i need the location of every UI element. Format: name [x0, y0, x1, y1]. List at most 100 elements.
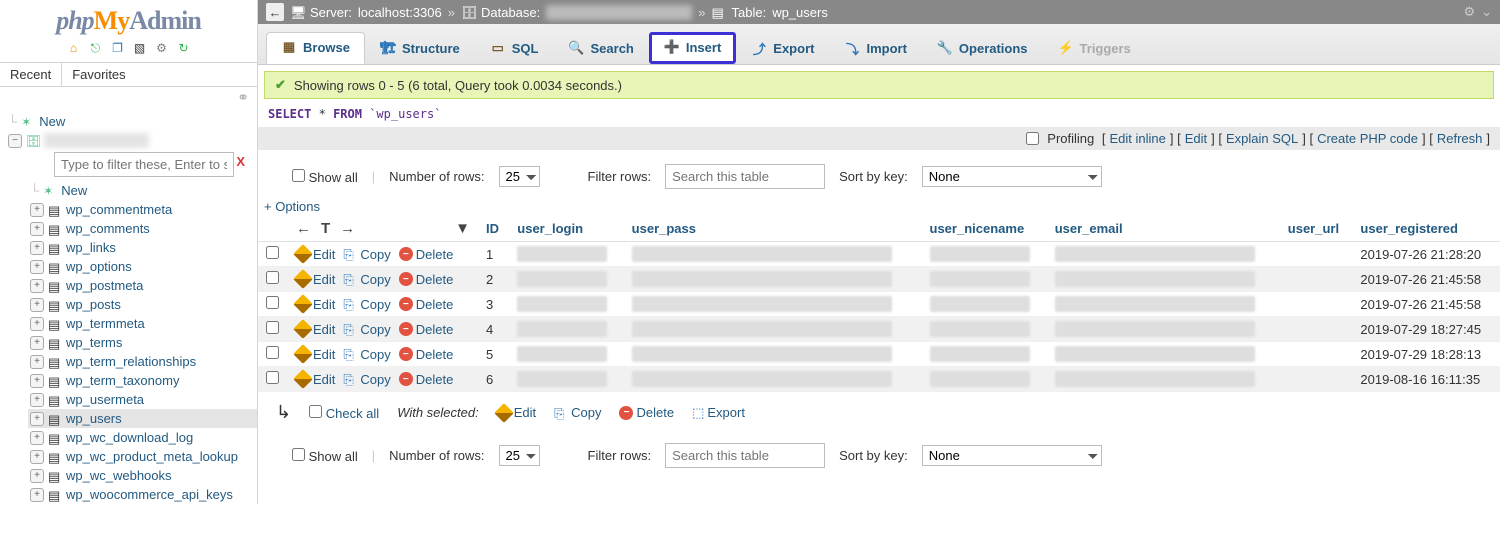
row-checkbox[interactable]: [266, 321, 279, 334]
tree-filter-clear-icon[interactable]: X: [236, 154, 245, 169]
show-all-checkbox[interactable]: [292, 169, 305, 182]
tab-operations[interactable]: 🔧Operations: [922, 33, 1043, 64]
row-copy[interactable]: ⎘Copy: [343, 297, 390, 312]
tree-table-label[interactable]: wp_term_relationships: [66, 354, 196, 369]
row-delete[interactable]: −Delete: [399, 247, 454, 262]
row-edit[interactable]: Edit: [296, 272, 335, 287]
tree-table-label[interactable]: wp_term_taxonomy: [66, 373, 179, 388]
tree-new-root-label[interactable]: New: [39, 114, 65, 129]
row-delete[interactable]: −Delete: [399, 372, 454, 387]
tree-table-label[interactable]: wp_posts: [66, 297, 121, 312]
row-copy[interactable]: ⎘Copy: [343, 322, 390, 337]
show-all-checkbox-bottom[interactable]: [292, 448, 305, 461]
tab-search[interactable]: 🔍Search: [554, 33, 649, 64]
tree-new-table[interactable]: └✶New: [28, 181, 257, 200]
row-delete[interactable]: −Delete: [399, 272, 454, 287]
docs-icon[interactable]: ❐: [110, 40, 126, 56]
filter-rows-input-bottom[interactable]: [665, 443, 825, 468]
expand-icon[interactable]: [30, 393, 44, 407]
check-all[interactable]: Check all: [309, 405, 379, 421]
expand-icon[interactable]: [30, 450, 44, 464]
create-php-link[interactable]: Create PHP code: [1317, 131, 1418, 146]
tree-table-label[interactable]: wp_commentmeta: [66, 202, 172, 217]
home-icon[interactable]: ⌂: [66, 40, 82, 56]
tree-table-wp-usermeta[interactable]: ▤wp_usermeta: [28, 390, 257, 409]
tree-table-wp-commentmeta[interactable]: ▤wp_commentmeta: [28, 200, 257, 219]
num-rows-select-bottom[interactable]: 25: [499, 445, 540, 466]
tree-table-wp-posts[interactable]: ▤wp_posts: [28, 295, 257, 314]
row-delete[interactable]: −Delete: [399, 347, 454, 362]
check-all-checkbox[interactable]: [309, 405, 322, 418]
tree-table-label[interactable]: wp_links: [66, 240, 116, 255]
tab-insert[interactable]: ➕Insert: [649, 32, 736, 64]
expand-icon[interactable]: [30, 469, 44, 483]
tree-table-wp-postmeta[interactable]: ▤wp_postmeta: [28, 276, 257, 295]
crumb-back-button[interactable]: ←: [266, 3, 284, 21]
reload-icon[interactable]: ↻: [176, 40, 192, 56]
tree-table-wp-wc-product-meta-lookup[interactable]: ▤wp_wc_product_meta_lookup: [28, 447, 257, 466]
row-edit[interactable]: Edit: [296, 297, 335, 312]
logout-icon[interactable]: ⎋: [88, 40, 104, 56]
row-checkbox[interactable]: [266, 296, 279, 309]
refresh-link[interactable]: Refresh: [1437, 131, 1483, 146]
tab-export[interactable]: ⤴Export: [736, 33, 829, 64]
sort-by-key-select-bottom[interactable]: None: [922, 445, 1102, 466]
tab-structure[interactable]: 🏗Structure: [365, 33, 475, 64]
show-all[interactable]: Show all: [292, 169, 358, 185]
tree-db-current[interactable]: 🗄 xxxxxxxxxx: [6, 131, 257, 150]
tree-table-label[interactable]: wp_users: [66, 411, 122, 426]
row-delete[interactable]: −Delete: [399, 297, 454, 312]
explain-sql-link[interactable]: Explain SQL: [1226, 131, 1298, 146]
expand-icon[interactable]: [30, 241, 44, 255]
col-user-url[interactable]: user_url: [1280, 216, 1353, 242]
row-checkbox[interactable]: [266, 271, 279, 284]
logo[interactable]: phpMyAdmin: [0, 0, 257, 38]
expand-icon[interactable]: [30, 488, 44, 502]
tree-table-label[interactable]: wp_options: [66, 259, 132, 274]
sort-by-key-select[interactable]: None: [922, 166, 1102, 187]
tree-table-label[interactable]: wp_woocommerce_api_keys: [66, 487, 233, 502]
row-copy[interactable]: ⎘Copy: [343, 272, 390, 287]
col-user-pass[interactable]: user_pass: [624, 216, 922, 242]
col-id[interactable]: ID: [478, 216, 509, 242]
num-rows-select[interactable]: 25: [499, 166, 540, 187]
col-user-login[interactable]: user_login: [509, 216, 623, 242]
expand-icon[interactable]: [30, 355, 44, 369]
options-toggle[interactable]: + Options: [264, 199, 320, 214]
tree-table-wp-users[interactable]: ▤wp_users: [28, 409, 257, 428]
bulk-delete[interactable]: −Delete: [619, 405, 674, 420]
tree-table-wp-term-relationships[interactable]: ▤wp_term_relationships: [28, 352, 257, 371]
bulk-export[interactable]: ⬚Export: [692, 405, 745, 421]
tree-table-label[interactable]: wp_wc_download_log: [66, 430, 193, 445]
move-t-icon[interactable]: T: [321, 220, 330, 237]
row-edit[interactable]: Edit: [296, 322, 335, 337]
col-user-email[interactable]: user_email: [1047, 216, 1280, 242]
tree-table-wp-woocommerce-api-keys[interactable]: ▤wp_woocommerce_api_keys: [28, 485, 257, 504]
nav-icon[interactable]: ▧: [132, 40, 148, 56]
tree-table-label[interactable]: wp_usermeta: [66, 392, 144, 407]
move-right-icon[interactable]: →: [340, 220, 355, 237]
row-copy[interactable]: ⎘Copy: [343, 247, 390, 262]
col-user-nicename[interactable]: user_nicename: [922, 216, 1047, 242]
tree-table-wp-wc-webhooks[interactable]: ▤wp_wc_webhooks: [28, 466, 257, 485]
show-all-bottom[interactable]: Show all: [292, 448, 358, 464]
expand-icon[interactable]: [30, 298, 44, 312]
filter-rows-input[interactable]: [665, 164, 825, 189]
expand-icon[interactable]: [30, 374, 44, 388]
edit-inline-link[interactable]: Edit inline: [1109, 131, 1165, 146]
tree-new-root[interactable]: └ ✶ New: [6, 112, 257, 131]
tree-table-wp-term-taxonomy[interactable]: ▤wp_term_taxonomy: [28, 371, 257, 390]
move-left-icon[interactable]: ←: [296, 220, 311, 237]
crumb-table-link[interactable]: wp_users: [772, 5, 828, 20]
tab-recent[interactable]: Recent: [0, 63, 62, 86]
collapse-panel-icon[interactable]: ⌄: [1481, 4, 1492, 20]
tree-table-wp-links[interactable]: ▤wp_links: [28, 238, 257, 257]
row-edit[interactable]: Edit: [296, 247, 335, 262]
tree-table-label[interactable]: wp_wc_product_meta_lookup: [66, 449, 238, 464]
tab-sql[interactable]: ▭SQL: [475, 33, 554, 64]
expand-icon[interactable]: [30, 279, 44, 293]
expand-icon[interactable]: [30, 317, 44, 331]
tree-table-label[interactable]: wp_terms: [66, 335, 122, 350]
bulk-copy[interactable]: ⎘Copy: [554, 405, 601, 420]
sort-desc-icon[interactable]: ▼: [455, 220, 470, 237]
